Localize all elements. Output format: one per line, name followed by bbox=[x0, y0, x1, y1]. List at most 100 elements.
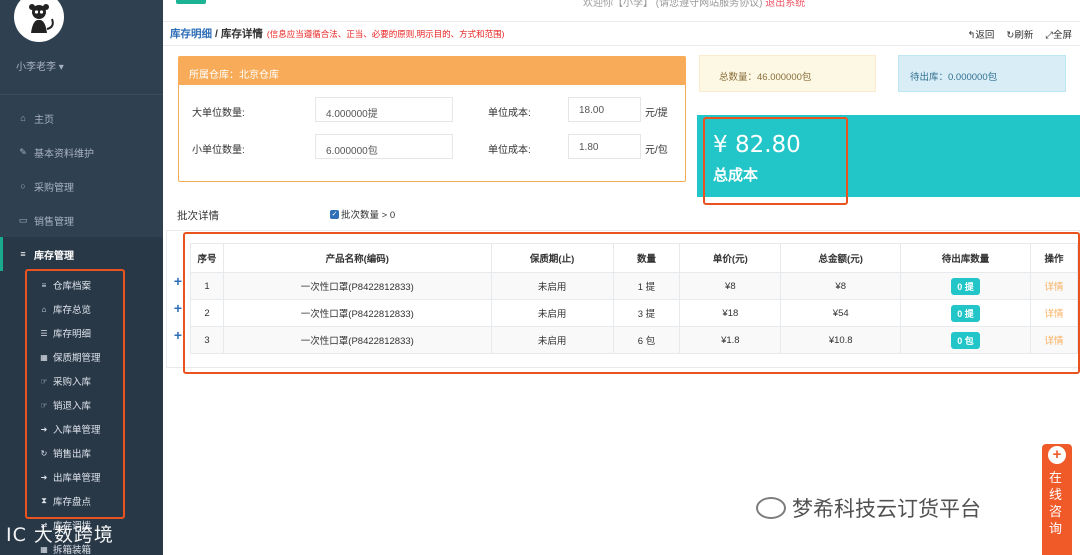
online-consult-label: 在线咨询 bbox=[1049, 470, 1063, 536]
cell-action: 详情 bbox=[1029, 299, 1079, 327]
sidebar-item-sales[interactable]: ▭ 销售管理 bbox=[0, 203, 163, 237]
batch-filter-checkbox[interactable]: ✓ 批次数量 > 0 bbox=[330, 207, 395, 221]
big-cost-label: 单位成本: bbox=[488, 108, 531, 119]
refresh-icon: ↻ bbox=[40, 448, 48, 458]
menu-toggle-button[interactable] bbox=[176, 0, 206, 4]
cell-price: ¥18 bbox=[679, 299, 782, 327]
submenu-item-label: 采购入库 bbox=[53, 377, 92, 388]
submenu-item-warehouse-archive[interactable]: ≡ 仓库档案 bbox=[0, 273, 163, 297]
warehouse-header: 所属仓库：北京仓库 bbox=[179, 57, 685, 85]
online-consult-button[interactable]: + 在线咨询 bbox=[1042, 444, 1072, 555]
submenu-item-stocktake[interactable]: ⧗ 库存盘点 bbox=[0, 489, 163, 513]
column-header[interactable]: 单价(元) bbox=[679, 243, 782, 273]
database-icon: ≡ bbox=[41, 280, 47, 290]
monkey-logo-icon bbox=[20, 0, 58, 36]
cell-no: 3 bbox=[190, 326, 224, 354]
divider bbox=[0, 94, 163, 95]
user-name-dropdown[interactable]: 小李老李 ▾ bbox=[16, 58, 64, 73]
small-cost-label: 单位成本: bbox=[488, 145, 531, 156]
submenu-item-inventory-overview[interactable]: ⌂ 库存总览 bbox=[0, 297, 163, 321]
expand-row-icon[interactable]: + bbox=[172, 273, 184, 289]
pending-outbound-alert: 待出库：0.000000包 bbox=[898, 55, 1066, 92]
breadcrumb-parent-link[interactable]: 库存明细 bbox=[170, 26, 212, 41]
hand-icon: ☞ bbox=[40, 376, 48, 386]
cell-pending: 0 提 bbox=[900, 272, 1031, 300]
watermark-text: 梦希科技云订货平台 bbox=[792, 498, 981, 521]
column-header[interactable]: 产品名称(编码) bbox=[222, 243, 492, 273]
detail-link[interactable]: 详情 bbox=[1044, 336, 1063, 347]
submenu-item-inbound-orders[interactable]: ➜ 入库单管理 bbox=[0, 417, 163, 441]
column-header[interactable]: 序号 bbox=[190, 243, 224, 273]
cell-expiry: 未启用 bbox=[490, 326, 614, 354]
sign-in-icon: ➜ bbox=[40, 424, 48, 434]
monitor-icon: ▭ bbox=[18, 214, 28, 225]
small-cost-field[interactable]: 1.80 bbox=[568, 134, 641, 159]
column-header[interactable]: 保质期(止) bbox=[490, 243, 614, 273]
cell-qty: 3 提 bbox=[612, 299, 681, 327]
hourglass-icon: ⧗ bbox=[41, 496, 47, 505]
sidebar-item-label: 采购管理 bbox=[34, 182, 74, 194]
small-cost-unit: 元/包 bbox=[645, 145, 668, 156]
sidebar-item-label: 基本资料维护 bbox=[34, 148, 94, 160]
cell-action: 详情 bbox=[1029, 272, 1079, 300]
detail-link[interactable]: 详情 bbox=[1044, 282, 1063, 293]
submenu-item-expiry-management[interactable]: ▦ 保质期管理 bbox=[0, 345, 163, 369]
privacy-note: (信息应当遵循合法、正当、必要的原则,明示目的、方式和范围) bbox=[266, 28, 505, 39]
total-quantity-alert: 总数量：46.000000包 bbox=[699, 55, 876, 92]
warehouse-panel: 所属仓库：北京仓库 大单位数量: 4.000000提 单位成本: 18.00 元… bbox=[178, 56, 686, 182]
refresh-button[interactable]: ↻刷新 bbox=[1006, 27, 1033, 41]
cell-pending: 0 包 bbox=[900, 326, 1031, 354]
sidebar-item-label: 主页 bbox=[34, 114, 54, 126]
submenu-item-purchase-inbound[interactable]: ☞ 采购入库 bbox=[0, 369, 163, 393]
sidebar-item-purchase[interactable]: ○ 采购管理 bbox=[0, 169, 163, 203]
submenu-item-outbound-orders[interactable]: ➜ 出库单管理 bbox=[0, 465, 163, 489]
batch-section-title: 批次详情 bbox=[177, 210, 219, 222]
cell-action: 详情 bbox=[1029, 326, 1079, 354]
big-unit-row: 大单位数量: 4.000000提 单位成本: 18.00 元/提 bbox=[179, 97, 685, 123]
checkbox-checked-icon: ✓ bbox=[330, 209, 339, 219]
submenu-item-return-inbound[interactable]: ☞ 销退入库 bbox=[0, 393, 163, 417]
pending-badge: 0 提 bbox=[951, 277, 980, 295]
expand-row-icon[interactable]: + bbox=[172, 300, 184, 316]
back-button[interactable]: ↰返回 bbox=[967, 27, 994, 41]
column-header[interactable]: 待出库数量 bbox=[900, 243, 1031, 273]
circle-icon: ○ bbox=[20, 181, 26, 191]
submenu-item-label: 出库单管理 bbox=[53, 473, 101, 484]
column-header[interactable]: 总金额(元) bbox=[780, 243, 902, 273]
sidebar-item-inventory[interactable]: ≡ 库存管理 bbox=[0, 237, 163, 271]
column-header[interactable]: 数量 bbox=[612, 243, 681, 273]
cell-price: ¥8 bbox=[679, 272, 782, 300]
cell-expiry: 未启用 bbox=[490, 299, 614, 327]
small-qty-field[interactable]: 6.000000包 bbox=[315, 134, 453, 159]
watermark-right: 梦希科技云订货平台 bbox=[756, 493, 981, 523]
column-header: 操作 bbox=[1029, 243, 1079, 273]
cell-pending: 0 提 bbox=[900, 299, 1031, 327]
submenu-item-label: 库存盘点 bbox=[53, 497, 92, 508]
pending-badge: 0 提 bbox=[951, 304, 980, 322]
big-qty-field[interactable]: 4.000000提 bbox=[315, 97, 453, 122]
cell-product: 一次性口罩(P8422812833) bbox=[222, 272, 492, 300]
fullscreen-button[interactable]: ⤢全屏 bbox=[1045, 27, 1072, 41]
submenu-item-inventory-detail[interactable]: ☰ 库存明细 bbox=[0, 321, 163, 345]
small-qty-label: 小单位数量: bbox=[192, 145, 245, 156]
sidebar-item-label: 销售管理 bbox=[34, 216, 74, 228]
table-row: 1 一次性口罩(P8422812833) 未启用 1 提 ¥8 ¥8 0 提 详… bbox=[190, 272, 1079, 300]
cell-no: 2 bbox=[190, 299, 224, 327]
logout-link[interactable]: 退出系统 bbox=[765, 0, 805, 9]
big-cost-field[interactable]: 18.00 bbox=[568, 97, 641, 122]
sidebar-item-home[interactable]: ⌂ 主页 bbox=[0, 101, 163, 135]
sidebar-header: 小李老李 ▾ bbox=[0, 0, 163, 90]
cell-expiry: 未启用 bbox=[490, 272, 614, 300]
sidebar-item-basic-data[interactable]: ✎ 基本资料维护 bbox=[0, 135, 163, 169]
submenu-item-sales-outbound[interactable]: ↻ 销售出库 bbox=[0, 441, 163, 465]
big-qty-label: 大单位数量: bbox=[192, 108, 245, 119]
breadcrumb-separator: / bbox=[215, 27, 218, 40]
detail-link[interactable]: 详情 bbox=[1044, 309, 1063, 320]
expand-row-icon[interactable]: + bbox=[172, 327, 184, 343]
batch-table-container: + + + 序号 产品名称(编码) 保质期(止) 数量 单价(元) 总金额(元)… bbox=[166, 230, 1080, 368]
pencil-icon: ✎ bbox=[19, 146, 27, 157]
breadcrumb-actions: ↰返回 ↻刷新 ⤢全屏 bbox=[967, 27, 1072, 41]
avatar[interactable] bbox=[14, 0, 64, 42]
cell-total: ¥10.8 bbox=[780, 326, 902, 354]
batch-table: 序号 产品名称(编码) 保质期(止) 数量 单价(元) 总金额(元) 待出库数量… bbox=[190, 243, 1079, 354]
